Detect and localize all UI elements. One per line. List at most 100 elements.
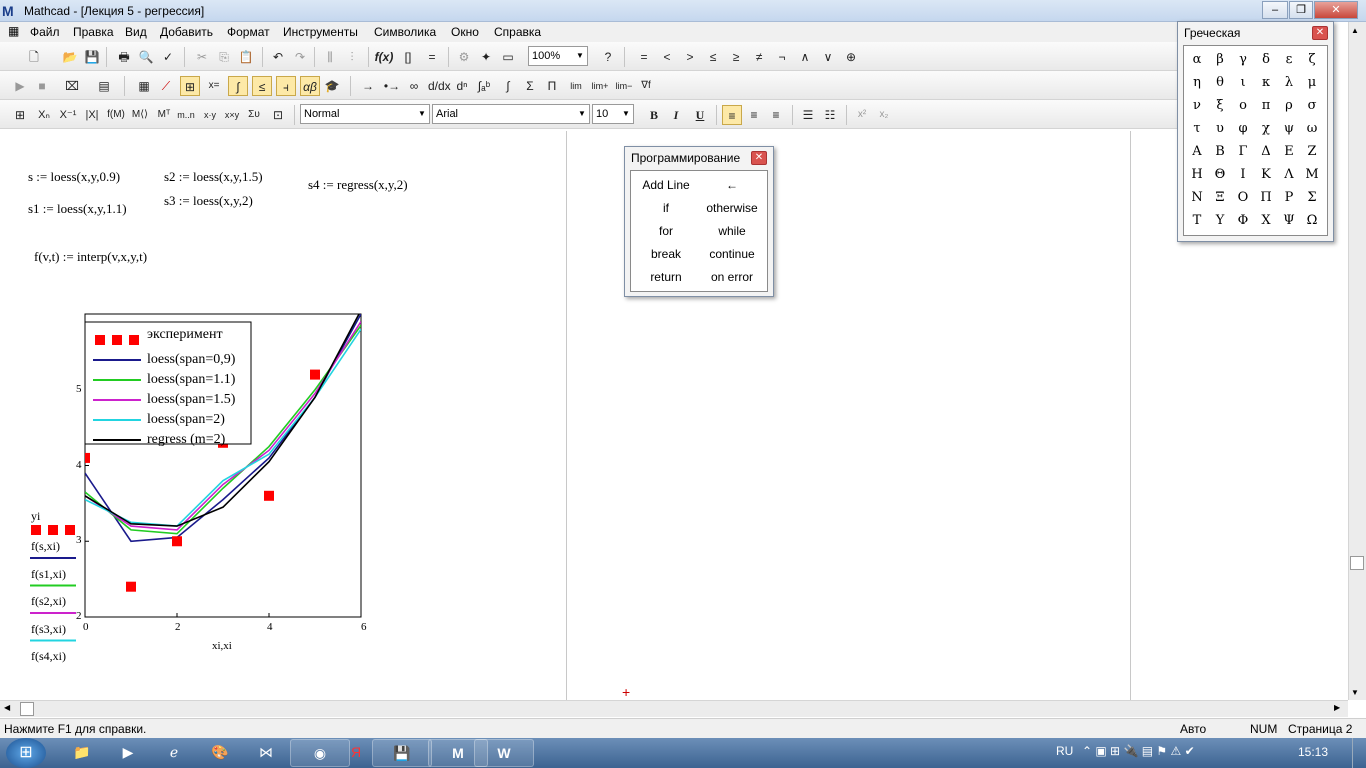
definite-integral-icon[interactable]: ∫ₐᵇ [474, 76, 494, 96]
component-icon[interactable]: ⚙ [454, 47, 474, 67]
debug-icon[interactable]: ⌧ [62, 76, 82, 96]
derivative-icon[interactable]: d/dx [428, 76, 451, 96]
menu-item-2[interactable]: Вид [125, 24, 147, 40]
calculus-panel-icon[interactable]: ∫ [228, 76, 248, 96]
calculate-icon[interactable]: = [422, 47, 442, 67]
greek-letter-13[interactable]: ξ [1209, 95, 1231, 117]
greek-letter-2[interactable]: γ [1232, 49, 1254, 71]
operator-button-3[interactable]: ≤ [703, 47, 723, 67]
font-combo[interactable]: Arial ▼ [432, 104, 590, 124]
operator-button-5[interactable]: ≠ [749, 47, 769, 67]
formula-s1[interactable]: s1 := loess(x,y,1.1) [28, 201, 127, 217]
greek-letter-16[interactable]: ρ [1278, 95, 1300, 117]
show-desktop-button[interactable] [1352, 738, 1366, 768]
print-icon[interactable]: 🖶 [114, 47, 134, 67]
symbolic-eval-icon[interactable]: → [358, 76, 378, 96]
greek-letter-47[interactable]: Ω [1301, 210, 1323, 232]
greek-letter-15[interactable]: π [1255, 95, 1277, 117]
symbolic-panel-icon[interactable]: 🎓 [322, 76, 342, 96]
greek-letter-41[interactable]: Σ [1301, 187, 1323, 209]
greek-letter-35[interactable]: Μ [1301, 164, 1323, 186]
numbering-icon[interactable]: ☷ [820, 105, 840, 125]
vector-sum-icon[interactable]: Συ [244, 105, 264, 125]
stop-icon[interactable]: ■ [32, 76, 52, 96]
prog-button-0[interactable]: Add Line [633, 174, 699, 196]
greek-letter-45[interactable]: Χ [1255, 210, 1277, 232]
greek-letter-44[interactable]: Φ [1232, 210, 1254, 232]
greek-letter-12[interactable]: ν [1186, 95, 1208, 117]
greek-letter-29[interactable]: Ζ [1301, 141, 1323, 163]
greek-letter-32[interactable]: Ι [1232, 164, 1254, 186]
calculator-panel-icon[interactable]: ▦ [134, 76, 154, 96]
start-button[interactable]: ⊞ [6, 738, 46, 768]
greek-letter-46[interactable]: Ψ [1278, 210, 1300, 232]
limit-left-icon[interactable]: lim− [614, 76, 634, 96]
run-icon[interactable]: ▶ [10, 76, 30, 96]
greek-letter-42[interactable]: Τ [1186, 210, 1208, 232]
word-icon[interactable]: W [474, 739, 534, 767]
greek-letter-8[interactable]: ι [1232, 72, 1254, 94]
insert-function-icon[interactable]: f(x) [374, 47, 394, 67]
operator-button-2[interactable]: > [680, 47, 700, 67]
cross-product-icon[interactable]: x×y [222, 105, 242, 125]
greek-letter-38[interactable]: Ο [1232, 187, 1254, 209]
operator-button-0[interactable]: = [634, 47, 654, 67]
vectorize-icon[interactable]: f(M) [106, 105, 126, 125]
greek-letter-31[interactable]: Θ [1209, 164, 1231, 186]
greek-letter-27[interactable]: Δ [1255, 141, 1277, 163]
bold-button[interactable]: B [644, 105, 664, 125]
greek-letter-24[interactable]: Α [1186, 141, 1208, 163]
menu-item-4[interactable]: Формат [227, 24, 270, 40]
operator-button-1[interactable]: < [657, 47, 677, 67]
minimize-button[interactable]: – [1262, 1, 1288, 19]
style-combo[interactable]: Normal ▼ [300, 104, 430, 124]
greek-letter-18[interactable]: τ [1186, 118, 1208, 140]
operator-button-8[interactable]: ∨ [818, 47, 838, 67]
scroll-up-icon[interactable]: ▲ [1351, 26, 1359, 35]
greek-letter-9[interactable]: κ [1255, 72, 1277, 94]
greek-letter-34[interactable]: Λ [1278, 164, 1300, 186]
dot-product-icon[interactable]: x·y [200, 105, 220, 125]
symbolic-eval-keyword-icon[interactable]: •→ [382, 76, 402, 96]
evaluation-panel-icon[interactable]: x= [204, 76, 224, 96]
transpose-icon[interactable]: Mᵀ [154, 105, 174, 125]
greek-letter-1[interactable]: β [1209, 49, 1231, 71]
greek-letter-23[interactable]: ω [1301, 118, 1323, 140]
subscript-icon[interactable]: Xₙ [34, 105, 54, 125]
greek-letter-20[interactable]: φ [1232, 118, 1254, 140]
prog-button-7[interactable]: continue [699, 243, 765, 265]
hscroll-thumb[interactable] [20, 702, 34, 716]
open-icon[interactable]: 📂 [60, 47, 80, 67]
insert-unit-icon[interactable]: [] [398, 47, 418, 67]
programming-panel-icon[interactable]: ⫞ [276, 76, 296, 96]
matrix-icon[interactable]: ⊞ [10, 105, 30, 125]
superscript-icon[interactable]: x² [852, 105, 872, 125]
prog-button-5[interactable]: while [699, 220, 765, 242]
boolean-panel-icon[interactable]: ≤ [252, 76, 272, 96]
greek-letter-33[interactable]: Κ [1255, 164, 1277, 186]
greek-letter-28[interactable]: Ε [1278, 141, 1300, 163]
formula-s2[interactable]: s2 := loess(x,y,1.5) [164, 169, 263, 185]
prog-button-6[interactable]: break [633, 243, 699, 265]
redo-icon[interactable]: ↷ [290, 47, 310, 67]
save-app-icon[interactable]: 💾 [372, 739, 432, 767]
tray-icons[interactable]: ⌃ ▣ ⊞ 🔌 ▤ ⚑ ⚠ ✔ [1082, 744, 1195, 758]
range-icon[interactable]: m..n [176, 105, 196, 125]
new-doc-icon[interactable]: 🗋 [24, 47, 44, 67]
greek-letter-6[interactable]: η [1186, 72, 1208, 94]
limit-right-icon[interactable]: lim+ [590, 76, 610, 96]
greek-letter-21[interactable]: χ [1255, 118, 1277, 140]
greek-letter-4[interactable]: ε [1278, 49, 1300, 71]
italic-button[interactable]: I [666, 105, 686, 125]
menu-item-3[interactable]: Добавить [160, 24, 213, 40]
print-preview-icon[interactable]: 🔍 [136, 47, 156, 67]
align-across-icon[interactable]: ⫼ [320, 47, 340, 67]
doc-icon[interactable]: ▦ [8, 24, 19, 38]
help-icon[interactable]: ? [598, 47, 618, 67]
operator-button-6[interactable]: ¬ [772, 47, 792, 67]
underline-button[interactable]: U [690, 105, 710, 125]
window-icon[interactable]: ▭ [498, 47, 518, 67]
clock[interactable]: 15:13 [1298, 745, 1328, 759]
cut-icon[interactable]: ✂ [192, 47, 212, 67]
size-combo[interactable]: 10 ▼ [592, 104, 634, 124]
